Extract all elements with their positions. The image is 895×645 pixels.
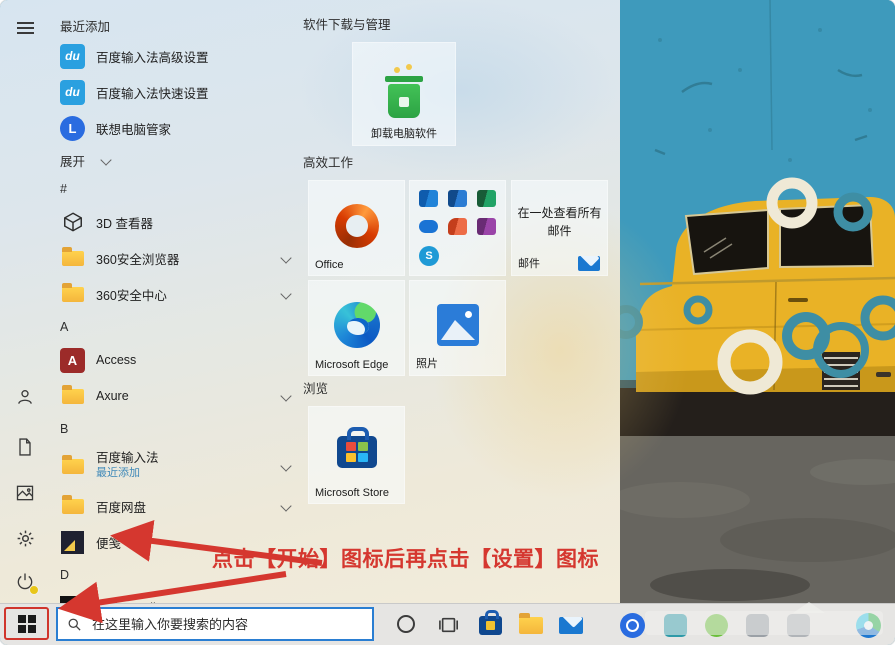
- taskbar-lenovo-manager-icon[interactable]: [620, 613, 645, 638]
- app-item-dolby-audio[interactable]: DD Dolby Audio: [48, 590, 300, 603]
- tile-microsoft-store[interactable]: Microsoft Store: [308, 406, 405, 504]
- app-list-header: A: [48, 312, 300, 342]
- chevron-down-icon: [100, 154, 111, 165]
- excel-icon: [477, 190, 496, 207]
- start-button[interactable]: [4, 607, 49, 640]
- start-menu-sidebar: [0, 0, 48, 603]
- taskbar: [0, 603, 895, 645]
- taskbar-search-box[interactable]: [56, 607, 374, 641]
- chevron-down-icon[interactable]: [280, 390, 291, 401]
- powerpoint-icon: [448, 218, 467, 235]
- sticky-notes-icon: [60, 530, 85, 555]
- office-suite-icons: S: [419, 190, 499, 268]
- tile-photos[interactable]: 照片: [409, 280, 506, 376]
- tile-microsoft-edge[interactable]: Microsoft Edge: [308, 280, 405, 376]
- onedrive-icon: [419, 220, 438, 233]
- app-item-baidu-netdisk[interactable]: 百度网盘: [48, 488, 300, 524]
- folder-icon: [60, 384, 85, 409]
- power-update-badge: [29, 585, 39, 595]
- settings-gear-icon[interactable]: [13, 526, 37, 550]
- folder-icon: [60, 246, 85, 271]
- app-item-baidu-quick[interactable]: du 百度输入法快速设置: [48, 74, 300, 110]
- edge-icon: [334, 302, 380, 348]
- watermark-overlay: [645, 611, 883, 635]
- taskbar-store-icon[interactable]: [478, 613, 503, 638]
- search-icon: [67, 617, 82, 632]
- 3d-viewer-icon: [60, 210, 85, 235]
- photos-icon: [437, 304, 479, 346]
- word-icon: [448, 190, 467, 207]
- app-item-360-browser[interactable]: 360安全浏览器: [48, 240, 300, 276]
- access-icon: A: [60, 348, 85, 373]
- tile-group-title: 软件下载与管理: [303, 14, 391, 33]
- wallpaper-art: [620, 0, 895, 603]
- uninstall-trash-icon: [384, 76, 424, 118]
- tile-office-apps[interactable]: S: [409, 180, 506, 276]
- tile-group-title: 浏览: [303, 378, 328, 397]
- folder-icon: [60, 282, 85, 307]
- outlook-icon: [419, 190, 438, 207]
- onenote-icon: [477, 218, 496, 235]
- user-account-icon[interactable]: [13, 385, 37, 409]
- app-item-axure[interactable]: Axure: [48, 378, 300, 414]
- app-item-baidu-ime-folder[interactable]: 百度输入法 最近添加: [48, 444, 300, 488]
- documents-icon[interactable]: [13, 435, 37, 459]
- windows-logo-icon: [18, 615, 36, 633]
- tile-group-title: 高效工作: [303, 152, 353, 171]
- annotation-text: 点击【开始】图标后再点击【设置】图标: [212, 543, 599, 573]
- pictures-icon[interactable]: [13, 481, 37, 505]
- search-input[interactable]: [90, 616, 363, 633]
- task-view-button[interactable]: [438, 615, 460, 635]
- taskbar-mail-icon[interactable]: [558, 613, 583, 638]
- chevron-down-icon[interactable]: [280, 252, 291, 263]
- taskbar-file-explorer-icon[interactable]: [518, 613, 543, 638]
- windows-desktop-screenshot: 最近添加 du 百度输入法高级设置 du 百度输入法快速设置 L 联想电脑管家 …: [0, 0, 895, 645]
- app-list-header: B: [48, 414, 300, 444]
- tile-office[interactable]: Office: [308, 180, 405, 276]
- office-icon: [335, 204, 379, 248]
- baidu-input-icon: du: [60, 80, 85, 105]
- app-item-access[interactable]: A Access: [48, 342, 300, 378]
- chevron-down-icon[interactable]: [280, 460, 291, 471]
- dolby-audio-icon: DD: [60, 596, 85, 604]
- lenovo-manager-icon: L: [60, 116, 85, 141]
- start-menu-panel: 最近添加 du 百度输入法高级设置 du 百度输入法快速设置 L 联想电脑管家 …: [0, 0, 620, 603]
- task-view-icon: [438, 615, 460, 635]
- desktop-wallpaper: [620, 0, 895, 603]
- store-icon: [337, 436, 377, 468]
- hamburger-menu-icon[interactable]: [13, 16, 37, 40]
- folder-icon: [60, 494, 85, 519]
- chevron-down-icon[interactable]: [280, 288, 291, 299]
- app-item-baidu-advanced[interactable]: du 百度输入法高级设置: [48, 38, 300, 74]
- app-list-header: 最近添加: [48, 12, 300, 38]
- skype-icon: S: [419, 246, 439, 266]
- app-item-lenovo-manager[interactable]: L 联想电脑管家: [48, 110, 300, 146]
- tile-mail[interactable]: 在一处查看所有邮件 邮件: [511, 180, 608, 276]
- folder-icon: [60, 454, 85, 479]
- expand-button[interactable]: 展开: [48, 146, 300, 174]
- start-menu-app-list: 最近添加 du 百度输入法高级设置 du 百度输入法快速设置 L 联想电脑管家 …: [48, 0, 300, 603]
- app-item-360-security[interactable]: 360安全中心: [48, 276, 300, 312]
- tile-uninstall-software[interactable]: 卸载电脑软件: [352, 42, 456, 146]
- baidu-input-icon: du: [60, 44, 85, 69]
- power-icon[interactable]: [13, 569, 37, 593]
- mail-icon: [578, 256, 600, 271]
- app-list-header: #: [48, 174, 300, 204]
- app-item-3d-viewer[interactable]: 3D 查看器: [48, 204, 300, 240]
- start-menu-tiles: 软件下载与管理 卸载电脑软件 高效工作 Office: [300, 0, 620, 603]
- cortana-button[interactable]: [397, 615, 415, 633]
- chevron-down-icon[interactable]: [280, 500, 291, 511]
